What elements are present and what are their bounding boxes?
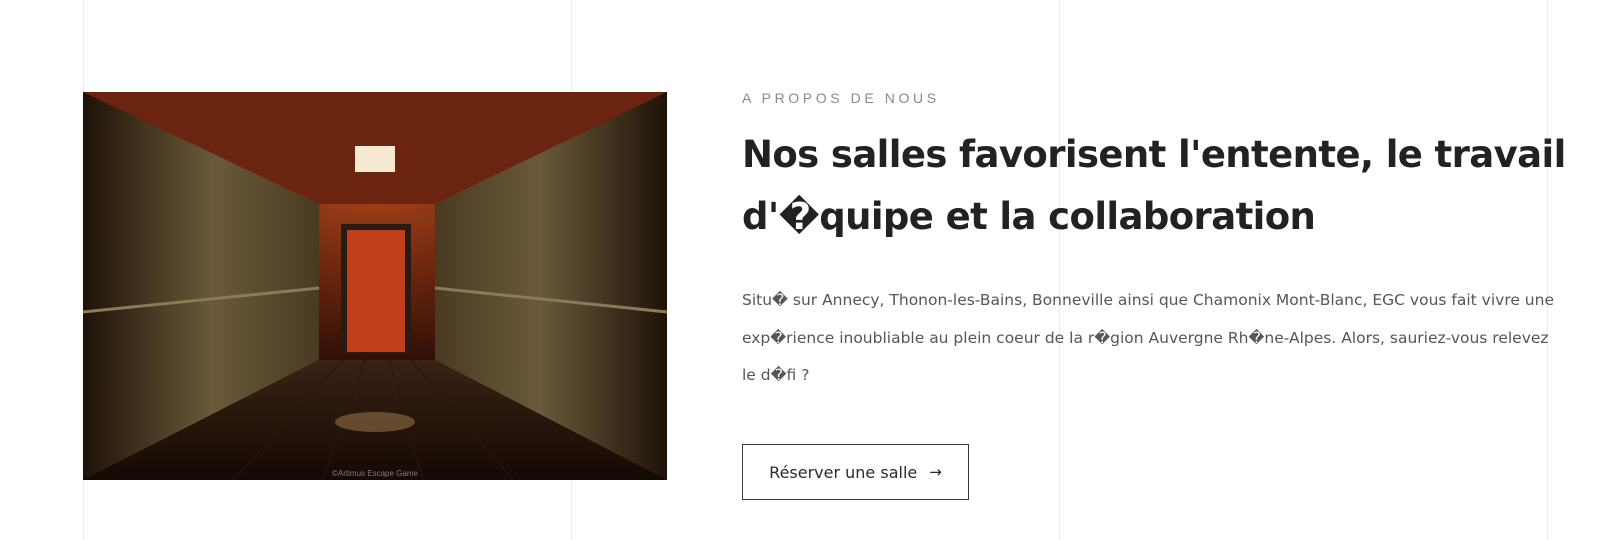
reserve-room-label: Réserver une salle — [769, 462, 918, 482]
grid-line — [1059, 0, 1060, 540]
section-headline: Nos salles favorisent l'entente, le trav… — [742, 133, 1566, 238]
reserve-room-button[interactable]: Réserver une salle → — [742, 444, 969, 500]
about-image: ©Artimus Escape Game — [83, 92, 667, 480]
section-description: Situ� sur Annecy, Thonon-les-Bains, Bonn… — [742, 291, 1554, 384]
arrow-right-icon: → — [929, 462, 942, 481]
image-credit: ©Artimus Escape Game — [332, 469, 418, 478]
section-eyebrow: A PROPOS DE NOUS — [742, 90, 940, 106]
grid-line — [1547, 0, 1548, 540]
